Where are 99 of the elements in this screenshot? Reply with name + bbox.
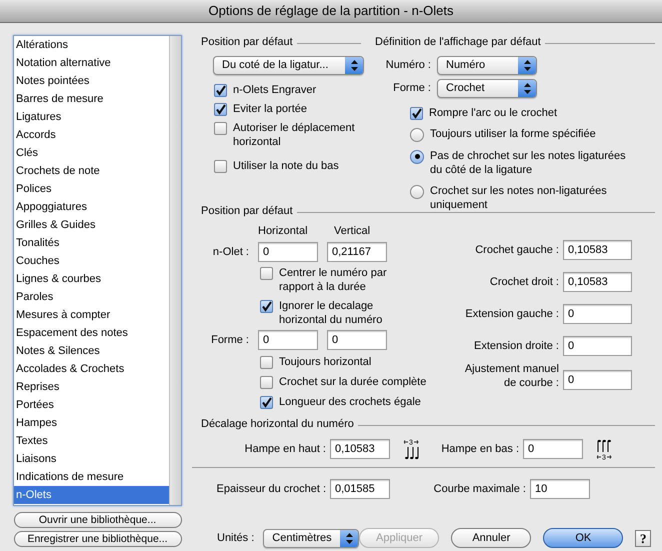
text-field[interactable]: 0,10583 [330,439,390,459]
list-item[interactable]: Notes pointées [14,72,169,90]
list-item[interactable]: Reprises [14,378,169,396]
radio-label: Toujours utiliser la forme spécifiée [430,126,596,140]
library-button[interactable]: Ouvrir une bibliothèque... [14,512,182,528]
field-label: Extension gauche : [465,306,559,320]
list-item[interactable]: Ligatures [14,108,169,126]
list-item[interactable]: Lignes & courbes [14,270,169,288]
radio-button[interactable] [410,128,424,142]
field-label: Unités : [217,530,254,546]
stepper-arrows-icon [345,56,363,74]
list-item[interactable]: Notes & Silences [14,342,169,360]
field-label: Epaisseur du crochet : [216,482,326,497]
dialog-button[interactable]: Annuler [451,528,532,548]
checkbox[interactable] [260,356,273,369]
text-field[interactable]: 0 [563,304,632,324]
text-field[interactable]: 0 [563,370,632,390]
checkbox-label: Longueur des crochets égale [279,395,421,409]
list-item[interactable]: Indications de mesure [14,468,169,486]
checkbox[interactable] [214,160,227,172]
radio-button[interactable] [410,150,424,164]
checkbox[interactable] [260,267,273,280]
checkbox-label: Utiliser la note du bas [233,158,339,172]
list-item[interactable]: Liaisons [14,450,169,468]
list-item[interactable]: n-Olets [14,486,169,504]
text-field[interactable]: 0 [563,336,632,356]
stepper-arrows-icon [518,80,536,96]
list-item[interactable]: Couches [14,252,169,270]
list-item[interactable]: Grilles & Guides [14,216,169,234]
text-field[interactable]: 0,21167 [327,242,387,262]
list-item[interactable]: Notation alternative [14,54,169,72]
stepper-arrows-icon [340,530,358,546]
checkbox-label: n-Olets Engraver [233,82,316,96]
section-title: Position par défaut [201,35,293,50]
field-label: Forme : [210,332,249,348]
column-header: Horizontal [258,224,309,238]
list-item[interactable]: Polices [14,180,169,198]
list-item[interactable]: Accords [14,126,169,144]
text-field[interactable]: 0 [327,330,387,350]
text-field[interactable]: 0 [258,242,318,262]
radio-label: Crochet sur les notes non-ligaturées uniquement [430,184,607,212]
field-label: Extension droite : [474,338,559,352]
dropdown[interactable]: Numéro [437,56,537,74]
list-item[interactable]: Altérations [14,36,169,54]
library-button[interactable]: Enregistrer une bibliothèque... [14,531,182,547]
list-item[interactable]: Paroles [14,288,169,306]
ok-button[interactable]: OK [543,528,624,548]
checkbox[interactable] [260,396,273,409]
text-field[interactable]: 0 [258,330,318,350]
field-label: Courbe maximale : [432,482,526,497]
checkbox-label: Centrer le numéro par rapport à la durée [279,266,387,294]
text-field[interactable]: 0 [523,439,583,459]
list-item[interactable]: Clés [14,144,169,162]
checkbox[interactable] [214,84,227,96]
field-label: Hampe en bas : [440,442,519,457]
field-label: Hampe en haut : [244,442,326,457]
field-label: Crochet droit : [490,274,559,288]
dropdown[interactable]: Du coté de la ligatur... [213,56,364,74]
text-field[interactable]: 0,10583 [563,240,632,260]
text-field[interactable]: 0,10583 [563,272,632,292]
dropdown[interactable]: Crochet [437,78,537,98]
field-label: n-Olet : [212,244,249,260]
section-title: Définition de l'affichage par défaut [375,35,541,50]
help-button[interactable]: ? [635,530,652,546]
stepper-arrows-icon [518,56,536,74]
list-item[interactable]: Portées [14,396,169,414]
checkbox[interactable] [214,122,227,134]
list-item[interactable]: Hampes [14,414,169,432]
checkbox[interactable] [410,106,423,120]
column-header: Vertical [333,224,370,238]
checkbox-label: Toujours horizontal [279,355,372,369]
list-item[interactable]: Barres de mesure [14,90,169,108]
field-label: Ajustement manuel de courbe : [464,362,559,390]
checkbox-label: Crochet sur la durée complète [279,375,426,389]
field-label: Numéro : [384,58,432,73]
list-item[interactable]: Appoggiatures [14,198,169,216]
section-title: Décalage horizontal du numéro [201,416,354,432]
list-item[interactable]: Crochets de note [14,162,169,180]
list-item[interactable]: Espacement des notes [14,324,169,342]
checkbox[interactable] [214,102,227,116]
window-title: Options de réglage de la partition - n-Olets [208,2,454,20]
text-field[interactable]: 10 [530,479,590,499]
radio-label: Pas de chrochet sur les notes ligaturées du côté de la ligature [430,148,626,176]
checkbox-label: Autoriser le déplacement horizontal [233,120,355,148]
text-field[interactable]: 0,01585 [330,479,390,499]
list-item[interactable]: Textes [14,432,169,450]
list-item[interactable]: Accolades & Crochets [14,360,169,378]
checkbox-label: Rompre l'arc ou le crochet [429,106,558,120]
checkbox-label: Ignorer le decalage horizontal du numéro [279,299,382,327]
list-item[interactable]: Mesures à compter [14,306,169,324]
radio-button[interactable] [410,184,424,198]
field-label: Forme : [392,80,432,96]
checkbox-label: Eviter la portée [233,102,307,116]
field-label: Crochet gauche : [475,242,559,256]
list-item[interactable]: Tonalités [14,234,169,252]
section-title: Position par défaut [201,204,293,219]
checkbox[interactable] [260,300,273,313]
checkbox[interactable] [260,376,273,389]
dropdown[interactable]: Centimètres [263,528,360,548]
